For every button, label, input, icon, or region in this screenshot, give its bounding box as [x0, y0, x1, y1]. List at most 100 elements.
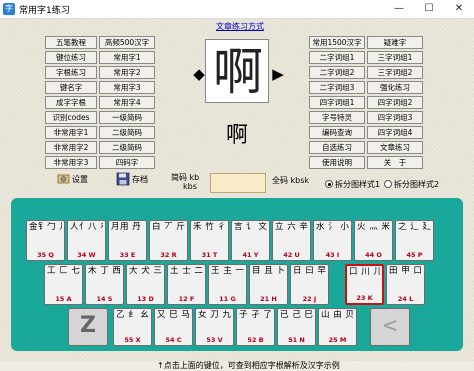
btn-top500[interactable]: 高频500汉字 — [99, 36, 155, 49]
btn-code-lookup[interactable]: 编码查询 — [309, 126, 365, 139]
btn-difficult[interactable]: 疑难字 — [367, 36, 423, 49]
btn-custom-practice[interactable]: 自选练习 — [309, 141, 365, 154]
key-c-radicals: 又 巳 马 厶 — [157, 310, 190, 320]
next-char-arrow[interactable]: ▶ — [271, 65, 285, 83]
maximize-button[interactable]: ☐ — [414, 0, 444, 18]
key-j[interactable]: 日 曰 早 虫 刂 22 J — [290, 264, 329, 305]
window-title: 常用字1练习 — [19, 6, 70, 16]
btn-key-practice[interactable]: 键位练习 — [45, 51, 97, 64]
close-button[interactable]: ✕ — [444, 0, 474, 18]
speed-unit-label: kbs — [183, 182, 197, 191]
btn-level2-short-a[interactable]: 二级简码 — [99, 126, 155, 139]
full-code-label: 全码 kbsk — [272, 176, 310, 185]
btn-four-word2[interactable]: 四字词组2 — [367, 96, 423, 109]
key-g[interactable]: 王 主 一 五 戋 11 G — [208, 264, 247, 305]
key-j-code: 22 J — [302, 295, 317, 303]
key-s[interactable]: 木 丁 西 14 S — [85, 264, 124, 305]
key-m-code: 25 M — [328, 336, 347, 344]
key-l[interactable]: 田 甲 口 四 车 力 皿 24 L — [386, 264, 425, 305]
radio-style1[interactable] — [325, 180, 333, 188]
btn-two-word1[interactable]: 二字词组1 — [309, 51, 365, 64]
key-w-code: 34 W — [77, 251, 96, 259]
btn-common4[interactable]: 常用字4 — [99, 96, 155, 109]
radio-style1-label: 拆分图样式1 — [335, 180, 381, 189]
btn-level2-short-b[interactable]: 二级简码 — [99, 141, 155, 154]
key-p[interactable]: 之 辶 廴 冖 宀 45 P — [395, 220, 434, 261]
btn-rare2[interactable]: 非常用字2 — [45, 141, 97, 154]
btn-intensive[interactable]: 强化练习 — [367, 81, 423, 94]
key-y[interactable]: 言 讠 文 方 广 丶 41 Y — [231, 220, 270, 261]
key-o[interactable]: 火 灬 米 业 44 O — [354, 220, 393, 261]
key-x-radicals: 乙 纟 幺 弓 匕 匕 — [116, 310, 149, 320]
save-tool[interactable]: 存档 — [116, 172, 150, 194]
key-c[interactable]: 又 巳 马 厶 54 C — [154, 308, 193, 346]
key-r[interactable]: 白 丆 斤 手 扌 32 R — [149, 220, 188, 261]
btn-rare3[interactable]: 非常用字3 — [45, 156, 97, 169]
key-q[interactable]: 金钅勹 儿 夕夕 35 Q — [26, 220, 65, 261]
btn-common2[interactable]: 常用字2 — [99, 66, 155, 79]
key-h[interactable]: 目 且 卜 上 止 丨 21 H — [249, 264, 288, 305]
key-a[interactable]: 工 匚 七 弋 戈 艹 15 A — [44, 264, 83, 305]
key-w[interactable]: 人亻八 癶 34 W — [67, 220, 106, 261]
key-q-code: 35 Q — [37, 251, 54, 259]
btn-recognize-codes[interactable]: 识别codes — [45, 111, 97, 124]
btn-two-word2[interactable]: 二字词组2 — [309, 66, 365, 79]
save-icon — [116, 172, 130, 186]
key-x[interactable]: 乙 纟 幺 弓 匕 匕 55 X — [113, 308, 152, 346]
btn-common3[interactable]: 常用字3 — [99, 81, 155, 94]
btn-radical-practice[interactable]: 字根练习 — [45, 66, 97, 79]
btn-four-word4[interactable]: 四字词组4 — [367, 126, 423, 139]
key-g-code: 11 G — [219, 295, 236, 303]
key-e-code: 33 E — [119, 251, 136, 259]
key-a-code: 15 A — [55, 295, 72, 303]
key-f[interactable]: 土 士 二 干 十 寸 雨 12 F — [167, 264, 206, 305]
key-m[interactable]: 山 由 贝 冂 几 25 M — [318, 308, 357, 346]
key-o-code: 44 O — [365, 251, 382, 259]
key-d[interactable]: 大 犬 三 古 石 厂 13 D — [126, 264, 165, 305]
key-i-radicals: 水 氵 小 ⺌ — [316, 222, 349, 232]
key-t[interactable]: 禾 竹 彳 攵 丿 31 T — [190, 220, 229, 261]
key-l-radicals: 田 甲 口 四 车 力 皿 — [389, 266, 422, 276]
btn-about[interactable]: 关 于 — [367, 156, 423, 169]
btn-common1500[interactable]: 常用1500汉字 — [309, 36, 365, 49]
key-back[interactable]: < — [370, 308, 410, 346]
key-d-code: 13 D — [137, 295, 154, 303]
key-k-selected[interactable]: 口 川 儿 23 K — [345, 264, 384, 305]
key-z-label: Z — [80, 313, 96, 338]
btn-rare1[interactable]: 非常用字1 — [45, 126, 97, 139]
key-a-radicals: 工 匚 七 弋 戈 艹 — [47, 266, 80, 276]
btn-help[interactable]: 使用说明 — [309, 156, 365, 169]
app-icon: 字 — [3, 3, 15, 15]
key-e[interactable]: 月用 丹 彡 乃 衣 33 E — [108, 220, 147, 261]
btn-four-code[interactable]: 四码字 — [99, 156, 155, 169]
btn-wubi-tutorial[interactable]: 五笔教程 — [45, 36, 97, 49]
key-z[interactable]: Z — [68, 308, 108, 346]
btn-common1[interactable]: 常用字1 — [99, 51, 155, 64]
settings-tool[interactable]: 设置 — [57, 172, 91, 194]
key-c-code: 54 C — [165, 336, 182, 344]
btn-four-word1[interactable]: 四字词组1 — [309, 96, 365, 109]
current-char-label: 啊 — [225, 123, 248, 148]
article-mode-link[interactable]: 文章练习方式 — [216, 21, 264, 32]
key-v[interactable]: 女 刀 九 臼 彐 53 V — [195, 308, 234, 346]
btn-three-word2[interactable]: 三字词组2 — [367, 66, 423, 79]
btn-article-practice[interactable]: 文章练习 — [367, 141, 423, 154]
prev-char-arrow[interactable]: ◆ — [192, 65, 206, 83]
key-b-code: 52 B — [247, 336, 264, 344]
btn-four-word3[interactable]: 四字词组3 — [367, 111, 423, 124]
key-t-radicals: 禾 竹 彳 攵 丿 — [193, 222, 226, 232]
radio-style2[interactable] — [384, 180, 392, 188]
btn-three-word1[interactable]: 三字词组1 — [367, 51, 423, 64]
btn-key-names[interactable]: 键名字 — [45, 81, 97, 94]
key-n[interactable]: 已 己 巳 乙 尸 心 羽 51 N — [277, 308, 316, 346]
key-o-radicals: 火 灬 米 业 — [357, 222, 390, 232]
key-b[interactable]: 子 孑 了 耳 阝 卩 52 B — [236, 308, 275, 346]
key-u[interactable]: 立 六 辛 冫 丬 门 42 U — [272, 220, 311, 261]
minimize-button[interactable]: — — [384, 0, 414, 18]
btn-char-radicals[interactable]: 成字字根 — [45, 96, 97, 109]
btn-level1-short[interactable]: 一级简码 — [99, 111, 155, 124]
btn-two-word3[interactable]: 二字词组3 — [309, 81, 365, 94]
btn-font-size[interactable]: 字号特灵 — [309, 111, 365, 124]
key-n-code: 51 N — [288, 336, 305, 344]
key-i[interactable]: 水 氵 小 ⺌ 43 I — [313, 220, 352, 261]
